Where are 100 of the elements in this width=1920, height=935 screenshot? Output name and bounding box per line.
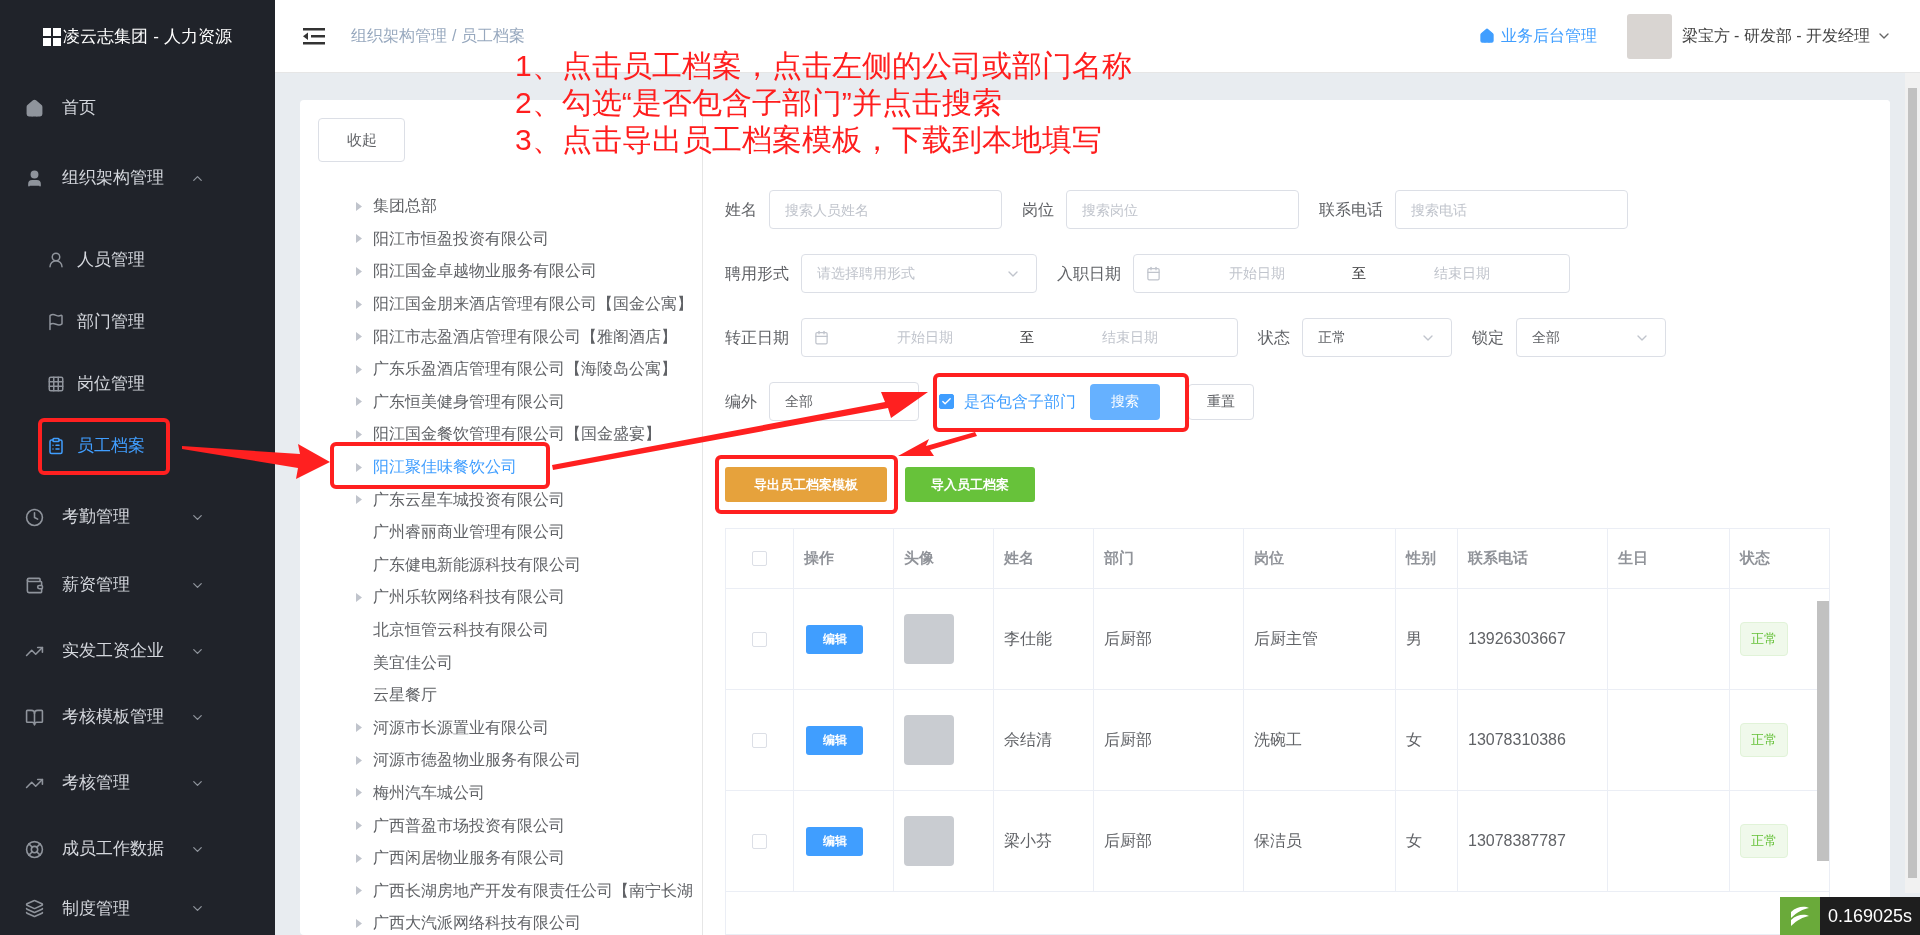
field-label: 联系电话 — [1319, 199, 1383, 220]
caret-icon[interactable] — [356, 723, 362, 733]
logo-icon — [43, 27, 62, 46]
menu-item[interactable]: 考核管理 — [0, 750, 275, 816]
tree-node[interactable]: 广西长湖房地产开发有限责任公司【南宁长湖 — [373, 878, 693, 903]
date-range-field[interactable]: 开始日期 至 结束日期 — [1133, 254, 1570, 293]
tree-node[interactable]: 广西大汽派网络科技有限公司 — [373, 911, 581, 935]
caret-icon[interactable] — [356, 267, 362, 276]
menu-item[interactable]: 实发工资企业 — [0, 618, 275, 684]
tree-node[interactable]: 河源市长源置业有限公司 — [373, 715, 549, 740]
table-cell-text: 13926303667 — [1468, 629, 1566, 649]
tree-node[interactable]: 阳江国金餐饮管理有限公司【国金盛宴】 — [373, 422, 661, 447]
status-tag: 正常 — [1740, 824, 1788, 858]
date-range-field[interactable]: 开始日期 至 结束日期 — [801, 318, 1238, 357]
caret-icon[interactable] — [356, 201, 362, 211]
caret-icon[interactable] — [356, 788, 362, 798]
select-all-checkbox[interactable] — [752, 551, 767, 566]
tree-node[interactable]: 广西普盈市场投资有限公司 — [373, 813, 565, 838]
field-label: 编外 — [725, 391, 757, 412]
caret-icon[interactable] — [356, 397, 362, 407]
submenu-item[interactable]: 人员管理 — [47, 247, 145, 273]
tree-node[interactable]: 云星餐厅 — [373, 683, 437, 708]
submenu-icon — [47, 375, 65, 393]
column-header: 生日 — [1618, 548, 1648, 569]
text-field[interactable]: 搜索电话 — [1395, 190, 1628, 229]
column-header: 姓名 — [1004, 548, 1034, 569]
submenu-item[interactable]: 员工档案 — [47, 433, 145, 459]
menu-icon — [25, 899, 44, 918]
tree-node[interactable]: 阳江国金朋来酒店管理有限公司【国金公寓】 — [373, 292, 693, 317]
caret-icon[interactable] — [356, 462, 362, 472]
submenu-icon — [47, 437, 65, 455]
tree-node[interactable]: 广州睿丽商业管理有限公司 — [373, 520, 565, 545]
caret-icon[interactable] — [356, 234, 362, 244]
user-name[interactable]: 梁宝方 - 研发部 - 开发经理 — [1681, 24, 1870, 48]
tree-node[interactable]: 阳江国金卓越物业服务有限公司 — [373, 259, 597, 284]
field-label: 入职日期 — [1057, 263, 1121, 284]
submenu-item[interactable]: 部门管理 — [47, 309, 145, 335]
tree-node[interactable]: 广州乐软网络科技有限公司 — [373, 585, 565, 610]
column-header: 部门 — [1104, 548, 1134, 569]
field-label: 岗位 — [1022, 199, 1054, 220]
tree-node[interactable]: 广东云星车城投资有限公司 — [373, 487, 565, 512]
select-field[interactable]: 全部 — [1516, 318, 1666, 357]
app-title: 凌云志集团 - 人力资源 — [63, 25, 232, 48]
row-checkbox[interactable] — [752, 631, 767, 647]
menu-item[interactable]: 首页 — [0, 73, 275, 143]
field-label: 转正日期 — [725, 327, 789, 348]
table-cell-text: 保洁员 — [1254, 831, 1302, 851]
caret-icon[interactable] — [356, 886, 362, 896]
status-tag: 正常 — [1740, 723, 1788, 757]
menu-icon — [25, 168, 44, 188]
tree-node[interactable]: 广东乐盈酒店管理有限公司【海陵岛公寓】 — [373, 357, 677, 382]
tree-node[interactable]: 广西闲居物业服务有限公司 — [373, 846, 565, 871]
table-cell-text: 后厨主管 — [1254, 629, 1318, 649]
text-field[interactable]: 搜索岗位 — [1066, 190, 1299, 229]
annotation-text: 3、点击导出员工档案模板，下载到本地填写 — [515, 122, 1103, 158]
caret-icon[interactable] — [356, 918, 362, 928]
row-checkbox[interactable] — [752, 732, 767, 748]
user-avatar[interactable] — [1626, 13, 1672, 59]
tree-node[interactable]: 美宜佳公司 — [373, 650, 453, 675]
row-checkbox[interactable] — [752, 833, 767, 849]
caret-icon[interactable] — [356, 821, 362, 831]
column-header: 性别 — [1406, 548, 1436, 569]
menu-icon[interactable] — [303, 27, 325, 45]
caret-icon[interactable] — [356, 332, 362, 342]
submenu-icon — [47, 313, 65, 331]
tree-node[interactable]: 阳江市志盈酒店管理有限公司【雅阁酒店】 — [373, 324, 677, 349]
calendar-icon — [814, 330, 829, 345]
table-cell-text: 李仕能 — [1004, 629, 1052, 649]
menu-item[interactable]: 制度管理 — [0, 882, 275, 935]
reset-button[interactable]: 重置 — [1188, 383, 1254, 420]
tree-node[interactable]: 北京恒管云科技有限公司 — [373, 618, 549, 642]
collapse-button[interactable]: 收起 — [318, 118, 405, 162]
tree-node[interactable]: 集团总部 — [373, 194, 437, 219]
menu-item[interactable]: 薪资管理 — [0, 552, 275, 618]
menu-item[interactable]: 考勤管理 — [0, 482, 275, 552]
submenu-item[interactable]: 岗位管理 — [47, 371, 145, 397]
caret-icon[interactable] — [356, 495, 362, 505]
caret-icon[interactable] — [356, 853, 362, 863]
timer-toast: 0.169025s — [1779, 897, 1920, 935]
table-cell-text: 女 — [1406, 730, 1422, 750]
caret-icon[interactable] — [356, 592, 362, 602]
caret-icon[interactable] — [356, 299, 362, 309]
table-cell-text: 后厨部 — [1104, 831, 1152, 851]
photo-placeholder — [904, 614, 954, 664]
tree-node[interactable]: 阳江市恒盈投资有限公司 — [373, 226, 549, 251]
tree-node[interactable]: 广东健电新能源科技有限公司 — [373, 552, 581, 577]
tree-node[interactable]: 河源市德盈物业服务有限公司 — [373, 748, 581, 773]
caret-icon[interactable] — [356, 429, 362, 439]
caret-icon[interactable] — [356, 364, 362, 374]
table-cell-text: 后厨部 — [1104, 730, 1152, 750]
tree-node[interactable]: 梅州汽车城公司 — [373, 781, 485, 805]
caret-icon[interactable] — [356, 755, 362, 765]
table-cell-text: 男 — [1406, 629, 1422, 649]
field-label: 状态 — [1258, 327, 1290, 348]
menu-item[interactable]: 组织架构管理 — [0, 143, 275, 213]
menu-item[interactable]: 成员工作数据 — [0, 816, 275, 882]
text-field[interactable]: 搜索人员姓名 — [769, 190, 1002, 229]
tree-node[interactable]: 广东恒美健身管理有限公司 — [373, 389, 565, 414]
menu-item[interactable]: 考核模板管理 — [0, 684, 275, 750]
select-field[interactable]: 正常 — [1302, 318, 1452, 357]
